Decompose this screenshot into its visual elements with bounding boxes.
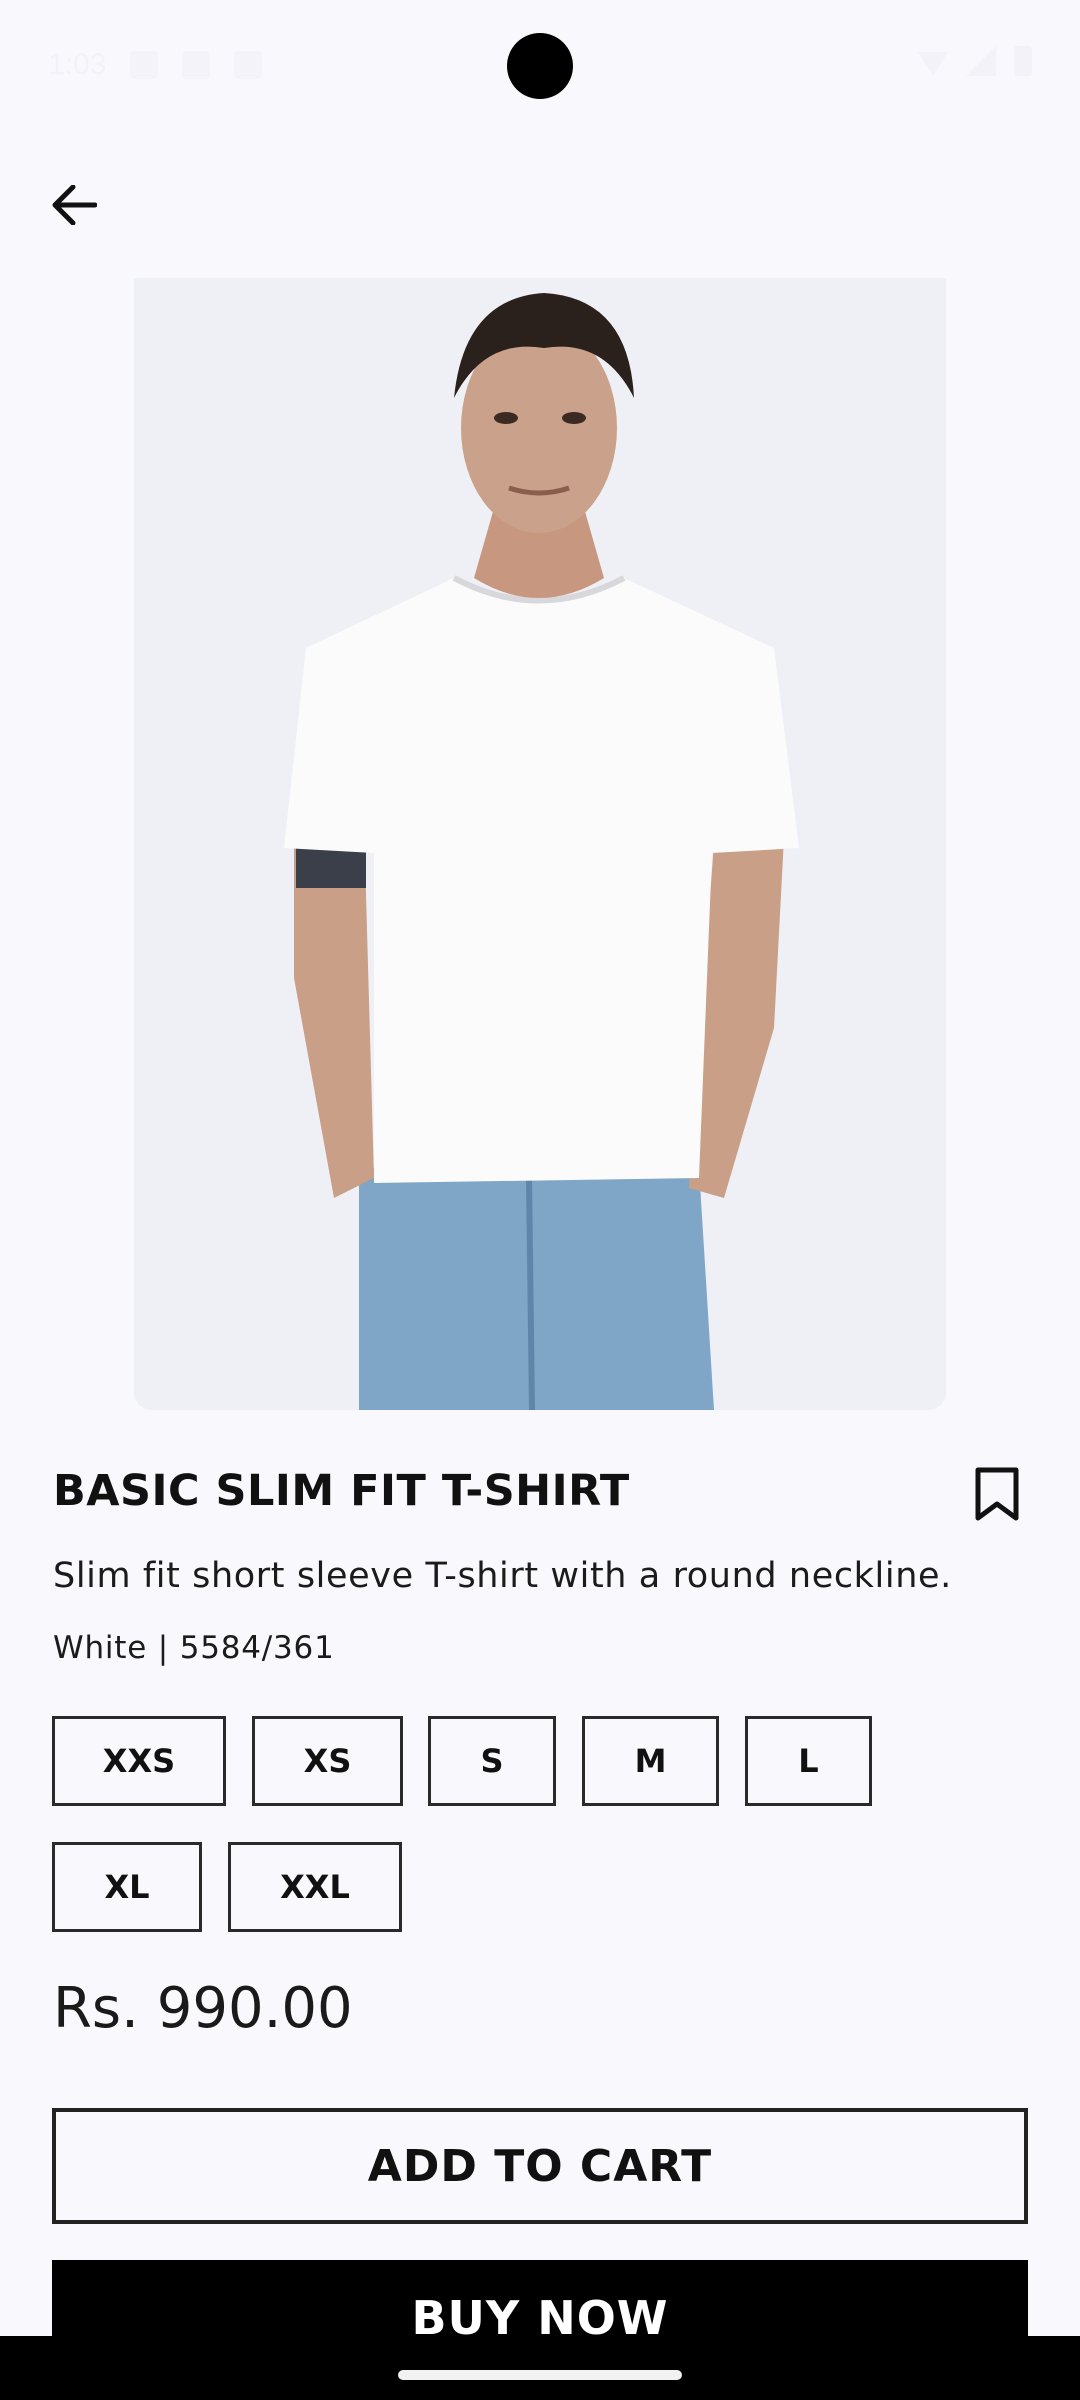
battery-icon bbox=[1014, 46, 1032, 76]
size-option-xxs[interactable]: XXS bbox=[52, 1716, 226, 1806]
bookmark-button[interactable] bbox=[971, 1466, 1023, 1522]
product-color-code: White | 5584/361 bbox=[53, 1630, 335, 1666]
image-icon bbox=[234, 51, 263, 79]
arrow-left-icon bbox=[52, 185, 97, 225]
size-option-s[interactable]: S bbox=[428, 1716, 556, 1806]
size-option-l[interactable]: L bbox=[745, 1716, 872, 1806]
wifi-icon bbox=[918, 52, 948, 76]
clipboard-icon bbox=[182, 51, 211, 79]
front-camera bbox=[507, 33, 573, 99]
shield-icon bbox=[130, 51, 159, 79]
product-title: BASIC SLIM FIT T-SHIRT bbox=[53, 1466, 630, 1516]
status-time: 1:03 bbox=[48, 48, 107, 81]
size-option-m[interactable]: M bbox=[582, 1716, 719, 1806]
status-icons-right bbox=[918, 46, 1032, 76]
signal-icon bbox=[966, 46, 996, 76]
size-option-xxl[interactable]: XXL bbox=[228, 1842, 402, 1932]
status-icons-left: 1:03 bbox=[48, 48, 263, 82]
home-indicator[interactable] bbox=[398, 2370, 682, 2380]
back-button[interactable] bbox=[44, 175, 104, 235]
product-description: Slim fit short sleeve T-shirt with a rou… bbox=[53, 1556, 952, 1596]
bookmark-icon bbox=[975, 1467, 1019, 1521]
size-option-xs[interactable]: XS bbox=[252, 1716, 403, 1806]
status-bar: 1:03 bbox=[0, 0, 1080, 130]
add-to-cart-button[interactable]: ADD TO CART bbox=[52, 2108, 1028, 2224]
product-price: Rs. 990.00 bbox=[53, 1976, 353, 2041]
size-option-xl[interactable]: XL bbox=[52, 1842, 202, 1932]
system-nav-bar bbox=[0, 2336, 1080, 2400]
product-image[interactable] bbox=[134, 278, 946, 1410]
model-photo bbox=[134, 278, 946, 1410]
